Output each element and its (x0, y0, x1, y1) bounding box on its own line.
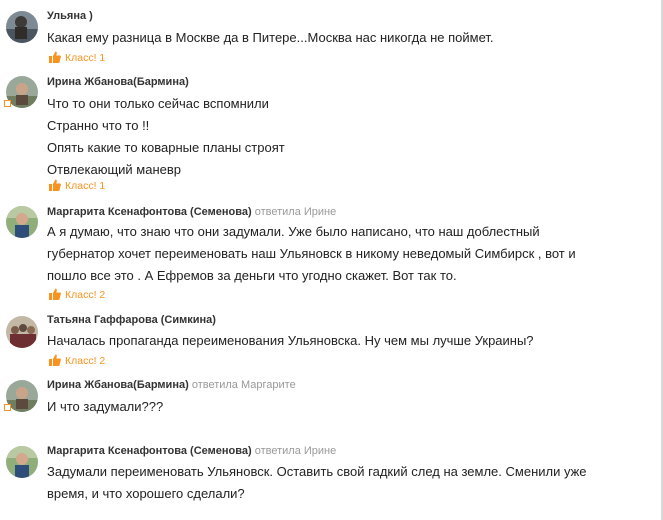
reply-target-link[interactable]: Ирине (304, 206, 336, 218)
comment-item: Маргарита Ксенафонтова (Семенова) ответи… (0, 438, 655, 520)
comment-header: Ирина Жбанова(Бармина) (47, 75, 189, 89)
reply-prefix: ответила (254, 445, 301, 457)
comment-item: Ирина Жбанова(Бармина) Что то они только… (0, 70, 655, 198)
comment-text-line: Какая ему разница в Москве да в Питере..… (47, 30, 494, 45)
comment-text-line: время, и что хорошего сделали? (47, 486, 245, 501)
comment-header: Маргарита Ксенафонтова (Семенова) ответи… (47, 444, 336, 458)
thumbs-up-icon (49, 288, 61, 300)
comment-text-line: губернатор хочет переименовать наш Ульян… (47, 246, 576, 261)
comment-text-line: Отвлекающий маневр (47, 162, 181, 177)
like-button[interactable]: Класс! 1 (49, 179, 105, 193)
comment-text-line: пошло все это . А Ефремов за деньги что … (47, 268, 457, 283)
comment-item: Маргарита Ксенафонтова (Семенова) ответи… (0, 198, 655, 308)
like-button[interactable]: Класс! 1 (49, 51, 105, 65)
thumbs-up-icon (49, 354, 61, 366)
like-count-label: Класс! 1 (65, 180, 106, 192)
like-count-label: Класс! 2 (65, 289, 106, 301)
author-name[interactable]: Ульяна ) (47, 10, 93, 22)
author-name[interactable]: Ирина Жбанова(Бармина) (47, 379, 189, 391)
author-name[interactable]: Маргарита Ксенафонтова (Семенова) (47, 206, 252, 218)
comment-header: Маргарита Ксенафонтова (Семенова) ответи… (47, 205, 336, 219)
reply-target-link[interactable]: Маргарите (241, 379, 296, 391)
comment-text-line: Странно что то !! (47, 118, 150, 133)
comment-item: Ульяна ) Какая ему разница в Москве да в… (0, 0, 655, 70)
comment-item: Ирина Жбанова(Бармина) ответила Маргарит… (0, 376, 655, 438)
like-button[interactable]: Класс! 2 (49, 354, 105, 368)
comment-header: Ирина Жбанова(Бармина) ответила Маргарит… (47, 378, 296, 392)
reply-target-link[interactable]: Ирине (304, 445, 336, 457)
avatar[interactable] (6, 446, 38, 478)
avatar[interactable] (6, 206, 38, 238)
author-name[interactable]: Ирина Жбанова(Бармина) (47, 76, 189, 88)
comment-header: Ульяна ) (47, 9, 93, 23)
reply-prefix: ответила (254, 206, 301, 218)
comment-header: Татьяна Гаффарова (Симкина) (47, 313, 216, 327)
thumbs-up-icon (49, 179, 61, 191)
comment-text-line: Опять какие то коварные планы строят (47, 140, 285, 155)
thumbs-up-icon (49, 51, 61, 63)
comment-text-line: Началась пропаганда переименования Ульян… (47, 333, 534, 348)
like-count-label: Класс! 2 (65, 355, 106, 367)
comment-item: Татьяна Гаффарова (Симкина) Началась про… (0, 308, 655, 376)
author-name[interactable]: Маргарита Ксенафонтова (Семенова) (47, 445, 252, 457)
comment-text-line: А я думаю, что знаю что они задумали. Уж… (47, 224, 540, 239)
like-button[interactable]: Класс! 2 (49, 288, 105, 302)
comment-text-line: Задумали переименовать Ульяновск. Остави… (47, 464, 587, 479)
author-name[interactable]: Татьяна Гаффарова (Симкина) (47, 314, 216, 326)
comment-text-line: И что задумали??? (47, 399, 164, 414)
avatar[interactable] (6, 316, 38, 348)
avatar[interactable] (6, 11, 38, 43)
comment-text-line: Что то они только сейчас вспомнили (47, 96, 269, 111)
like-count-label: Класс! 1 (65, 52, 106, 64)
online-status-icon (4, 404, 11, 411)
reply-prefix: ответила (191, 379, 238, 391)
online-status-icon (4, 100, 11, 107)
